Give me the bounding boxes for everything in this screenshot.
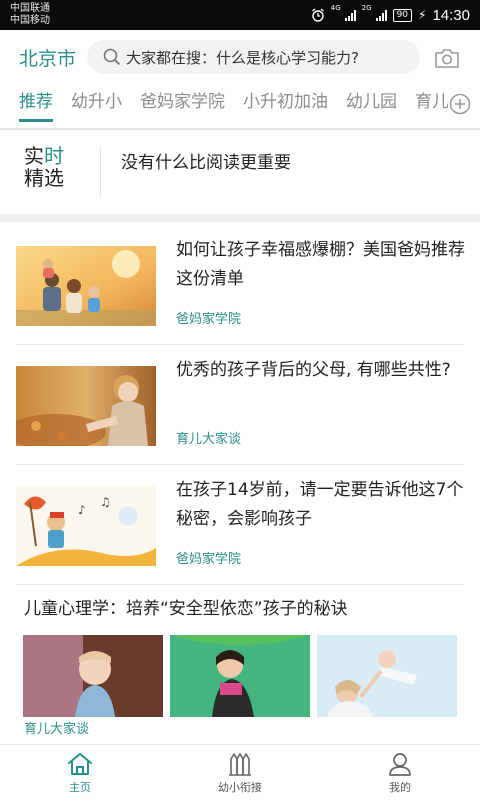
nav-home-label: 主页: [69, 781, 91, 794]
nav-profile-label: 我的: [389, 781, 411, 794]
search-placeholder: 大家都在搜：什么是核心学习能力?: [126, 48, 359, 67]
article-thumbnail[interactable]: ♪ ♫: [16, 486, 156, 566]
network-2-label: 2G: [361, 4, 372, 12]
signal-1-icon: [344, 9, 356, 21]
status-indicators: 4G 2G 90 ⚡ 14:30: [311, 0, 470, 30]
gallery-image[interactable]: [317, 635, 457, 717]
network-1-label: 4G: [330, 4, 341, 12]
tab-item[interactable]: 爸妈家学院: [140, 84, 225, 120]
article-thumbnail[interactable]: [16, 246, 156, 326]
nav-kindergarten-transition-label: 幼小衔接: [218, 781, 262, 794]
svg-text:♪: ♪: [78, 503, 86, 517]
city-selector[interactable]: 北京市: [19, 44, 76, 71]
feature-article-title[interactable]: 儿童心理学：培养“安全型依恋”孩子的秘诀: [24, 594, 348, 619]
article-thumbnail[interactable]: [16, 366, 156, 446]
pencils-icon: [229, 753, 251, 776]
add-tab-icon[interactable]: [449, 93, 471, 115]
carrier-2: 中国移动: [10, 15, 50, 26]
carrier-1: 中国联通: [10, 3, 50, 14]
tab-item[interactable]: 育儿: [415, 84, 448, 120]
category-tabs: 推荐 幼升小 爸妈家学院 小升初加油 幼儿园 育儿: [0, 84, 480, 128]
home-icon: [68, 753, 92, 775]
badge-char-1: 实: [24, 144, 44, 168]
mother-baby-photo: [317, 635, 457, 717]
status-bar: 中国联通 中国移动 4G 2G 90 ⚡ 14:30: [0, 0, 480, 30]
live-headline[interactable]: 没有什么比阅读更重要: [121, 148, 291, 173]
signal-2-icon: [375, 9, 387, 21]
tab-item[interactable]: 推荐: [19, 84, 53, 122]
feature-gallery[interactable]: [23, 635, 457, 717]
child-autumn-photo: [16, 366, 156, 446]
nav-kindergarten-transition[interactable]: 幼小衔接: [180, 745, 300, 801]
carrier-info: 中国联通 中国移动: [10, 3, 50, 27]
feature-source[interactable]: 育儿大家谈: [24, 718, 89, 737]
search-icon: [103, 48, 121, 66]
gallery-image[interactable]: [170, 635, 310, 717]
article-title[interactable]: 优秀的孩子背后的父母, 有哪些共性?: [176, 356, 466, 385]
live-picks-badge: 实时 精选: [24, 145, 64, 189]
nav-home[interactable]: 主页: [20, 745, 140, 801]
article-card[interactable]: 如何让孩子幸福感爆棚？美国爸妈推荐这份清单 爸妈家学院: [16, 224, 466, 345]
article-card[interactable]: 优秀的孩子背后的父母, 有哪些共性? 育儿大家谈: [16, 344, 464, 465]
search-bar[interactable]: 大家都在搜：什么是核心学习能力?: [87, 40, 420, 74]
clock: 14:30: [432, 6, 470, 24]
article-source[interactable]: 育儿大家谈: [176, 428, 241, 447]
family-photo: [16, 246, 156, 326]
tab-item[interactable]: 幼儿园: [346, 84, 397, 120]
section-gap: [0, 214, 480, 222]
article-card[interactable]: ♪ ♫ 在孩子14岁前，请一定要告诉他这7个秘密，会影响孩子 爸妈家学院: [16, 464, 464, 585]
live-picks[interactable]: 实时 精选 没有什么比阅读更重要: [0, 130, 480, 214]
app-header: 北京市 大家都在搜：什么是核心学习能力?: [0, 30, 480, 84]
camera-icon[interactable]: [434, 47, 460, 69]
article-title[interactable]: 如何让孩子幸福感爆棚？美国爸妈推荐这份清单: [176, 236, 466, 294]
toddler-slide-photo: [170, 635, 310, 717]
tab-item[interactable]: 幼升小: [71, 84, 122, 120]
article-source[interactable]: 爸妈家学院: [176, 548, 241, 567]
nav-profile[interactable]: 我的: [340, 745, 460, 801]
charging-icon: ⚡: [418, 8, 427, 22]
tab-row: 推荐 幼升小 爸妈家学院 小升初加油 幼儿园 育儿: [12, 84, 448, 128]
article-source[interactable]: 爸妈家学院: [176, 308, 241, 327]
alarm-icon: [311, 8, 324, 22]
profile-icon: [389, 753, 411, 776]
live-separator: [100, 147, 101, 197]
badge-char-2: 时: [44, 144, 64, 168]
battery-level: 90: [392, 8, 413, 22]
tab-item[interactable]: 小升初加油: [243, 84, 328, 120]
child-music-illustration: ♪ ♫: [16, 486, 156, 566]
badge-line-2: 精选: [24, 166, 64, 190]
bottom-navigation: 主页 幼小衔接 我的: [0, 744, 480, 801]
baby-photo: [23, 635, 163, 717]
article-title[interactable]: 在孩子14岁前，请一定要告诉他这7个秘密，会影响孩子: [176, 476, 466, 534]
gallery-image[interactable]: [23, 635, 163, 717]
svg-text:♫: ♫: [100, 495, 111, 509]
